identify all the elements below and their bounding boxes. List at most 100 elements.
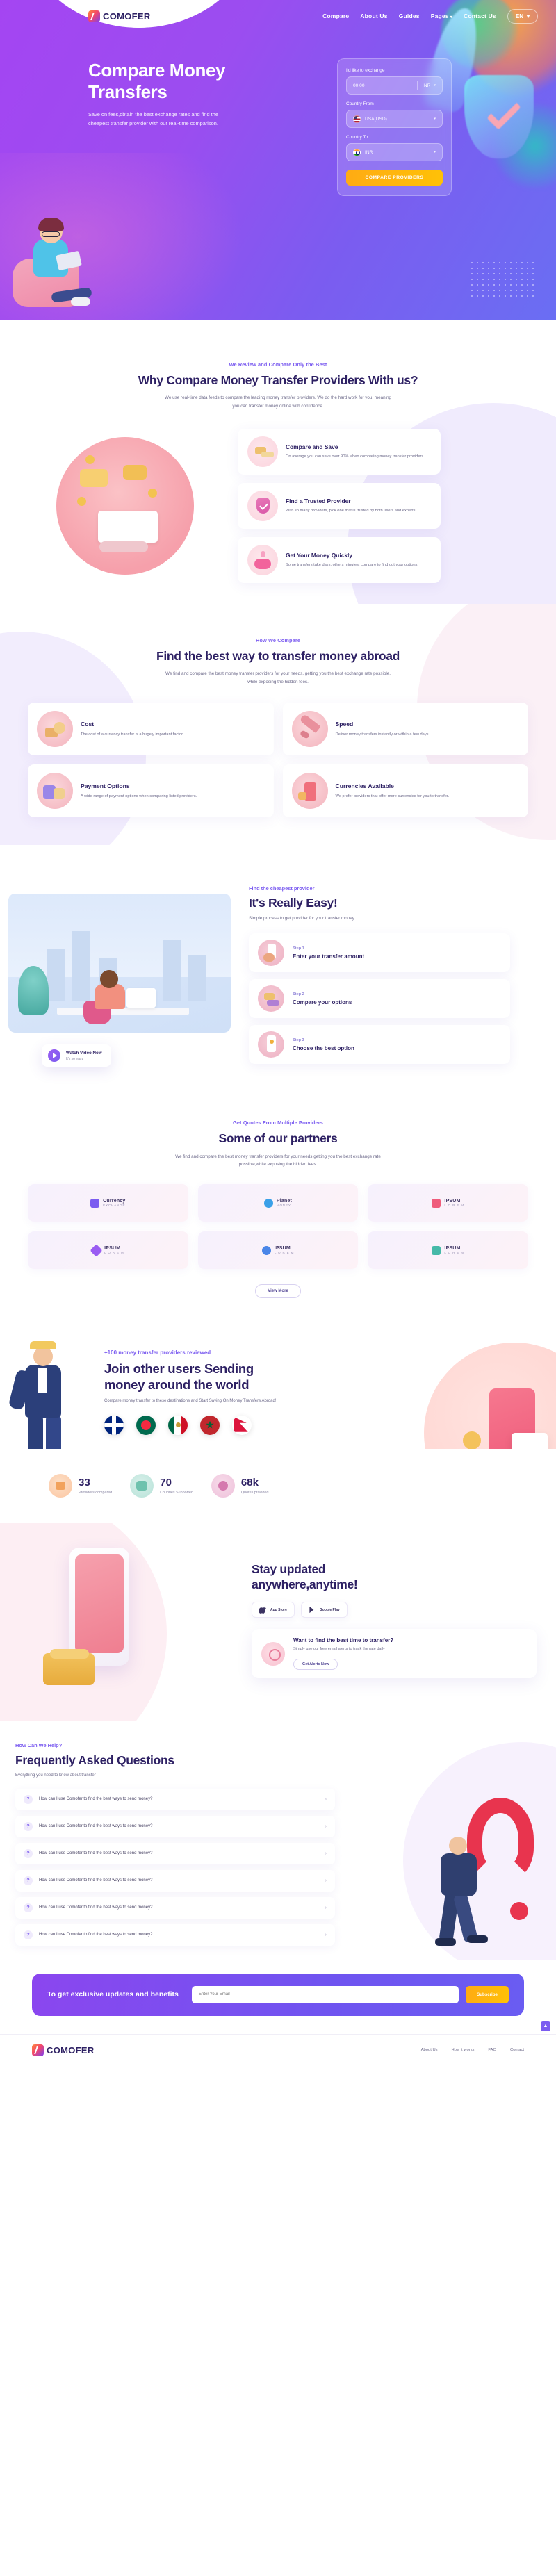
partner-name: Planet bbox=[276, 1199, 293, 1204]
nav-link-contact-us[interactable]: Contact Us bbox=[464, 13, 496, 19]
footer-link-faq[interactable]: FAQ bbox=[488, 2048, 496, 2052]
how-card[interactable]: Currencies Available We prefer providers… bbox=[282, 764, 528, 818]
easy-eyebrow: Find the cheapest provider bbox=[249, 885, 315, 892]
question-icon bbox=[24, 1821, 33, 1831]
how-card[interactable]: Speed Deliver money transfers instantly … bbox=[282, 703, 528, 756]
partner-logo-card[interactable]: IPSUM L O R E M bbox=[197, 1231, 359, 1270]
chevron-down-icon: ▾ bbox=[526, 13, 530, 19]
country-from-value: USA(USD) bbox=[365, 116, 387, 122]
faq-item[interactable]: How can I use Comofer to find the best w… bbox=[15, 1788, 335, 1810]
subscribe-button[interactable]: Subscribe bbox=[466, 1985, 509, 2003]
nav-link-compare[interactable]: Compare bbox=[322, 13, 349, 19]
morocco-flag-icon[interactable] bbox=[200, 1415, 220, 1435]
step-item[interactable]: Step 1 Enter your transfer amount bbox=[249, 933, 510, 973]
how-card[interactable]: Cost The cost of a currency transfer is … bbox=[28, 703, 274, 756]
how-card-desc: The cost of a currency transfer is a hug… bbox=[81, 732, 183, 737]
why-card-desc: On average you can save over 90% when co… bbox=[286, 454, 425, 459]
easy-title: It's Really Easy! bbox=[249, 896, 338, 910]
country-from-select[interactable]: USA(USD) ▾ bbox=[346, 110, 443, 128]
footer-link-how-it-works[interactable]: How it works bbox=[452, 2048, 475, 2052]
watch-video-button[interactable]: Watch Video Now It's so easy bbox=[42, 1044, 111, 1067]
stay-title: Stay updated anywhere,anytime! bbox=[252, 1561, 537, 1593]
partner-name: Currency bbox=[103, 1199, 126, 1204]
why-card-title: Compare and Save bbox=[286, 443, 338, 450]
question-mark-shape bbox=[467, 1797, 534, 1881]
faq-item[interactable]: How can I use Comofer to find the best w… bbox=[15, 1923, 335, 1946]
leg-shape bbox=[28, 1415, 43, 1449]
uk-flag-icon[interactable] bbox=[104, 1415, 124, 1435]
how-card-title: Currencies Available bbox=[335, 782, 394, 789]
nav-link-pages[interactable]: Pages ▾ bbox=[431, 13, 452, 19]
footer-logo[interactable]: COMOFER bbox=[32, 2044, 95, 2056]
stat-value: 33 bbox=[79, 1476, 90, 1488]
nav-link-about-us[interactable]: About Us bbox=[360, 13, 387, 19]
why-card[interactable]: Find a Trusted Provider With so many pro… bbox=[238, 482, 441, 529]
question-icon bbox=[24, 1794, 33, 1804]
footer-link-contact[interactable]: Contact bbox=[510, 2048, 524, 2052]
glasses-shape bbox=[42, 231, 60, 237]
app-store-button[interactable]: App Store bbox=[252, 1602, 295, 1618]
nepal-flag-icon[interactable] bbox=[232, 1415, 252, 1435]
why-card[interactable]: Compare and Save On average you can save… bbox=[238, 428, 441, 475]
why-eyebrow: We Review and Compare Only the Best bbox=[229, 361, 327, 368]
view-more-button[interactable]: View More bbox=[255, 1284, 301, 1299]
partner-sub: MONEY bbox=[276, 1204, 291, 1208]
footer-links: About Us How it works FAQ Contact bbox=[421, 2048, 524, 2052]
join-title: Join other users Sending money around th… bbox=[104, 1361, 410, 1393]
logo[interactable]: COMOFER bbox=[88, 10, 151, 22]
language-selector[interactable]: EN ▾ bbox=[507, 8, 538, 24]
stat-label: Counties Supported bbox=[160, 1490, 193, 1495]
wallet-icon bbox=[37, 773, 73, 810]
country-to-label: Country To bbox=[346, 135, 368, 140]
scroll-to-top-button[interactable]: ▲ bbox=[541, 2021, 550, 2031]
play-icon bbox=[48, 1049, 60, 1063]
step-item[interactable]: Step 3 Choose the best option bbox=[249, 1025, 510, 1065]
faq-question: How can I use Comofer to find the best w… bbox=[39, 1933, 153, 1937]
partners-lead: We find and compare the best money trans… bbox=[175, 1154, 381, 1167]
country-to-select[interactable]: INR ▾ bbox=[346, 143, 443, 161]
usa-flag-icon bbox=[353, 115, 361, 123]
logo-text: COMOFER bbox=[103, 10, 151, 22]
stat-value: 68k bbox=[240, 1476, 259, 1488]
google-play-button[interactable]: Google Play bbox=[300, 1602, 348, 1618]
shoe-shape bbox=[71, 297, 90, 306]
partner-logo-card[interactable]: Planet MONEY bbox=[197, 1184, 359, 1222]
apple-icon bbox=[259, 1607, 266, 1614]
faq-item[interactable]: How can I use Comofer to find the best w… bbox=[15, 1896, 335, 1919]
step-item[interactable]: Step 2 Compare your options bbox=[249, 979, 510, 1019]
question-dot-shape bbox=[510, 1901, 528, 1920]
how-card-desc: Deliver money transfers instantly or wit… bbox=[335, 732, 430, 737]
how-card-desc: We prefer providers that offer more curr… bbox=[335, 794, 450, 798]
play-store-icon bbox=[309, 1607, 314, 1614]
mexico-flag-icon[interactable] bbox=[168, 1415, 188, 1435]
faq-question: How can I use Comofer to find the best w… bbox=[39, 1824, 153, 1829]
footer-link-about-us[interactable]: About Us bbox=[421, 2048, 438, 2052]
faq-item[interactable]: How can I use Comofer to find the best w… bbox=[15, 1842, 335, 1864]
why-card[interactable]: Get Your Money Quickly Some transfers ta… bbox=[238, 536, 441, 583]
app-store-label: App Store bbox=[270, 1607, 287, 1612]
partner-logo-card[interactable]: IPSUM L O R E M bbox=[368, 1231, 528, 1270]
faq-item[interactable]: How can I use Comofer to find the best w… bbox=[15, 1869, 335, 1892]
shoe-shape bbox=[467, 1935, 488, 1943]
why-card-title: Get Your Money Quickly bbox=[286, 551, 353, 559]
logo-icon bbox=[32, 2044, 44, 2056]
compare-providers-button[interactable]: COMPARE PROVIDERS bbox=[346, 170, 443, 186]
coin-stack-icon bbox=[37, 711, 73, 748]
why-body: Compare and Save On average you can save… bbox=[15, 428, 541, 583]
amount-input[interactable]: 00.00 INR ▾ bbox=[346, 76, 443, 95]
email-input[interactable] bbox=[192, 1985, 459, 2003]
bangladesh-flag-icon[interactable] bbox=[136, 1415, 156, 1435]
building-shape bbox=[163, 940, 181, 1001]
why-title: Why Compare Money Transfer Providers Wit… bbox=[138, 373, 418, 387]
why-lead: We use real-time data feeds to compare t… bbox=[165, 395, 391, 409]
partner-logo-icon bbox=[90, 1243, 103, 1257]
shoe-shape bbox=[435, 1937, 456, 1946]
faq-item[interactable]: How can I use Comofer to find the best w… bbox=[15, 1815, 335, 1837]
how-card[interactable]: Payment Options A wide range of payment … bbox=[28, 764, 274, 818]
get-alerts-button[interactable]: Get Alerts Now bbox=[293, 1658, 338, 1670]
partner-logo-card[interactable]: IPSUM L O R E M bbox=[28, 1231, 188, 1270]
nav-link-guides[interactable]: Guides bbox=[399, 13, 420, 19]
building-shape bbox=[47, 949, 65, 1001]
partner-logo-card[interactable]: Currency EXCHANGE bbox=[28, 1184, 188, 1222]
partner-logo-card[interactable]: IPSUM L O R E M bbox=[368, 1184, 528, 1222]
